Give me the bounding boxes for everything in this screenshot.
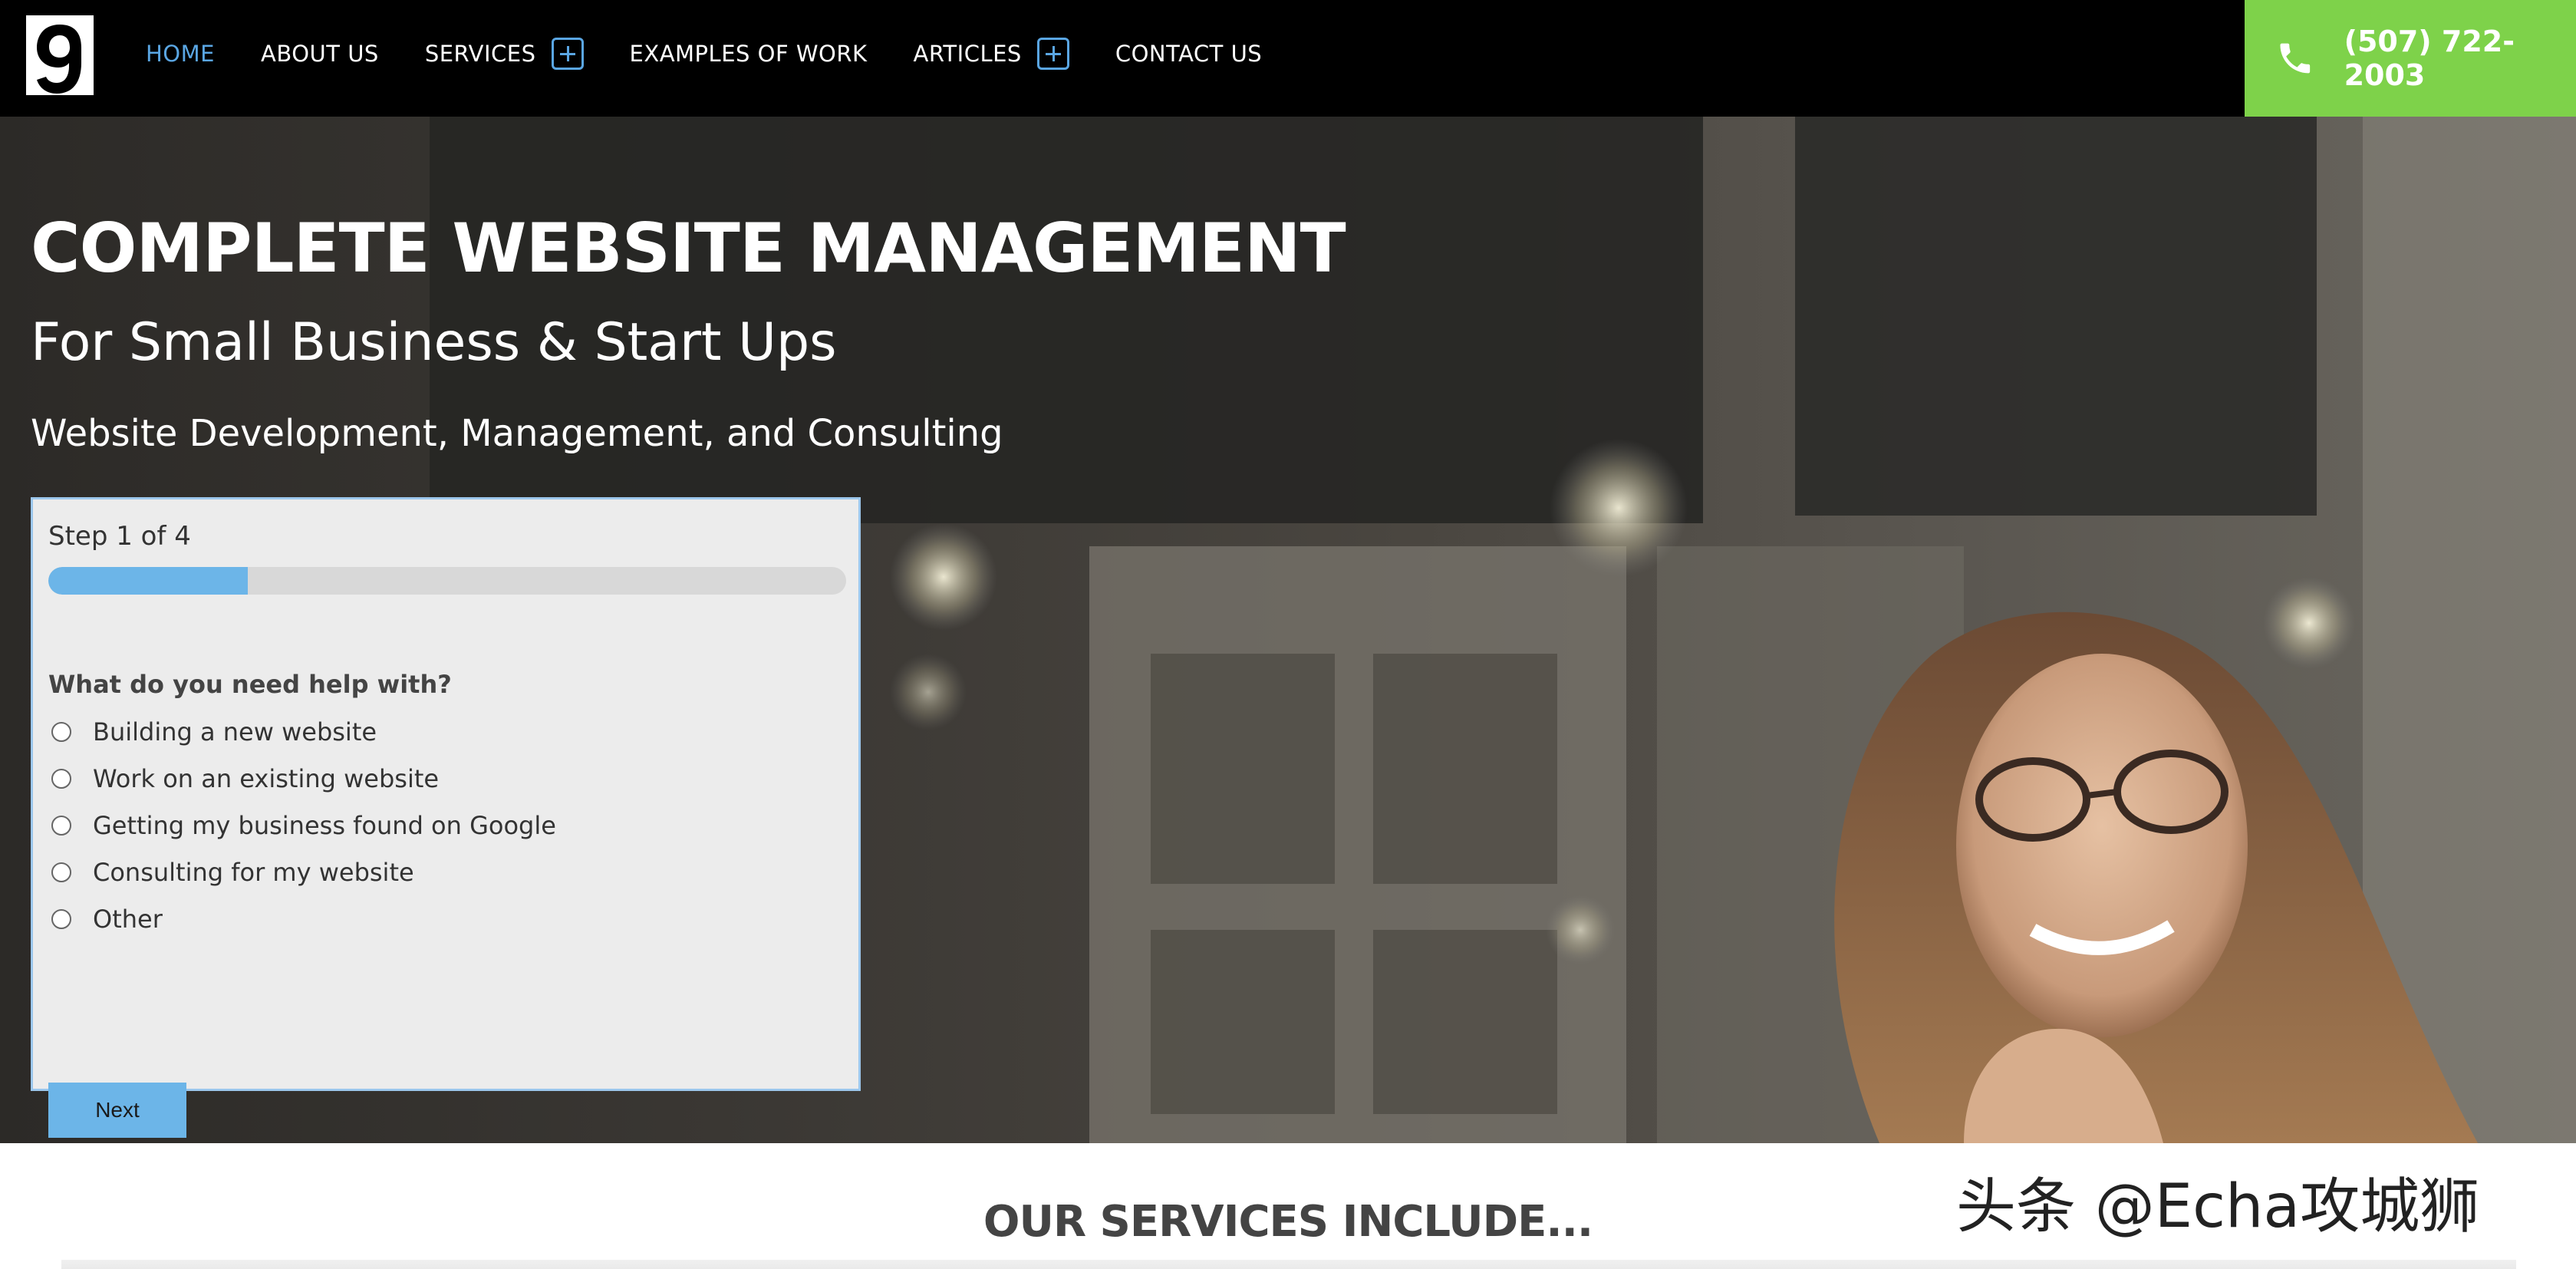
nav-item-examples-of-work[interactable]: EXAMPLES OF WORK	[630, 41, 868, 67]
hero-title: COMPLETE WEBSITE MANAGEMENT	[31, 209, 1346, 288]
option-label: Getting my business found on Google	[93, 810, 556, 840]
options-list: Building a new website Work on an existi…	[48, 708, 556, 942]
hero-section: COMPLETE WEBSITE MANAGEMENT For Small Bu…	[0, 117, 2576, 1143]
nav-item-label: SERVICES	[424, 41, 536, 67]
nav-item-contact-us[interactable]: CONTACT US	[1115, 41, 1262, 67]
services-section: OUR SERVICES INCLUDE... 头条 @Echa攻城狮	[0, 1143, 2576, 1269]
top-navbar: HOME ABOUT US SERVICES EXAMPLES OF WORK …	[0, 0, 2576, 117]
lead-form-card: Step 1 of 4 What do you need help with? …	[31, 497, 861, 1138]
nav-item-label: ARTICLES	[913, 41, 1022, 67]
radio-button[interactable]	[51, 908, 71, 929]
nav-item-services[interactable]: SERVICES	[425, 38, 584, 70]
radio-button[interactable]	[51, 862, 71, 882]
nav-item-label: ABOUT US	[260, 41, 379, 67]
option-existing-website[interactable]: Work on an existing website	[48, 755, 556, 802]
expand-plus-icon[interactable]	[1036, 38, 1069, 70]
option-label: Work on an existing website	[93, 763, 440, 793]
next-button[interactable]: Next	[48, 1083, 186, 1138]
hero-subtitle: For Small Business & Start Ups	[31, 312, 837, 373]
card-edge	[61, 1260, 2516, 1269]
expand-plus-icon[interactable]	[551, 38, 584, 70]
phone-call-button[interactable]: (507) 722-2003	[2245, 0, 2576, 117]
nav-item-label: EXAMPLES OF WORK	[629, 41, 868, 67]
nav-item-label: HOME	[146, 41, 215, 67]
main-menu: HOME ABOUT US SERVICES EXAMPLES OF WORK …	[146, 0, 1308, 107]
option-found-on-google[interactable]: Getting my business found on Google	[48, 802, 556, 849]
option-other[interactable]: Other	[48, 895, 556, 942]
option-consulting[interactable]: Consulting for my website	[48, 849, 556, 895]
nav-item-label: CONTACT US	[1115, 41, 1263, 67]
option-label: Other	[93, 904, 163, 934]
nav-item-about-us[interactable]: ABOUT US	[261, 41, 379, 67]
step-indicator: Step 1 of 4	[48, 521, 191, 552]
radio-button[interactable]	[51, 721, 71, 742]
option-label: Building a new website	[93, 717, 377, 747]
option-label: Consulting for my website	[93, 857, 414, 887]
phone-number: (507) 722-2003	[2344, 25, 2515, 92]
progress-fill	[48, 567, 248, 595]
radio-button[interactable]	[51, 768, 71, 789]
progress-bar	[48, 567, 846, 595]
form-question: What do you need help with?	[48, 670, 452, 699]
hero-tagline: Website Development, Management, and Con…	[31, 412, 1003, 455]
nav-item-articles[interactable]: ARTICLES	[914, 38, 1069, 70]
radio-button[interactable]	[51, 815, 71, 836]
nav-item-home[interactable]: HOME	[146, 41, 215, 67]
nine-logo-icon[interactable]	[26, 9, 94, 101]
option-building-new-website[interactable]: Building a new website	[48, 708, 556, 755]
watermark-text: 头条 @Echa攻城狮	[1956, 1172, 2480, 1241]
phone-icon	[2280, 43, 2311, 74]
